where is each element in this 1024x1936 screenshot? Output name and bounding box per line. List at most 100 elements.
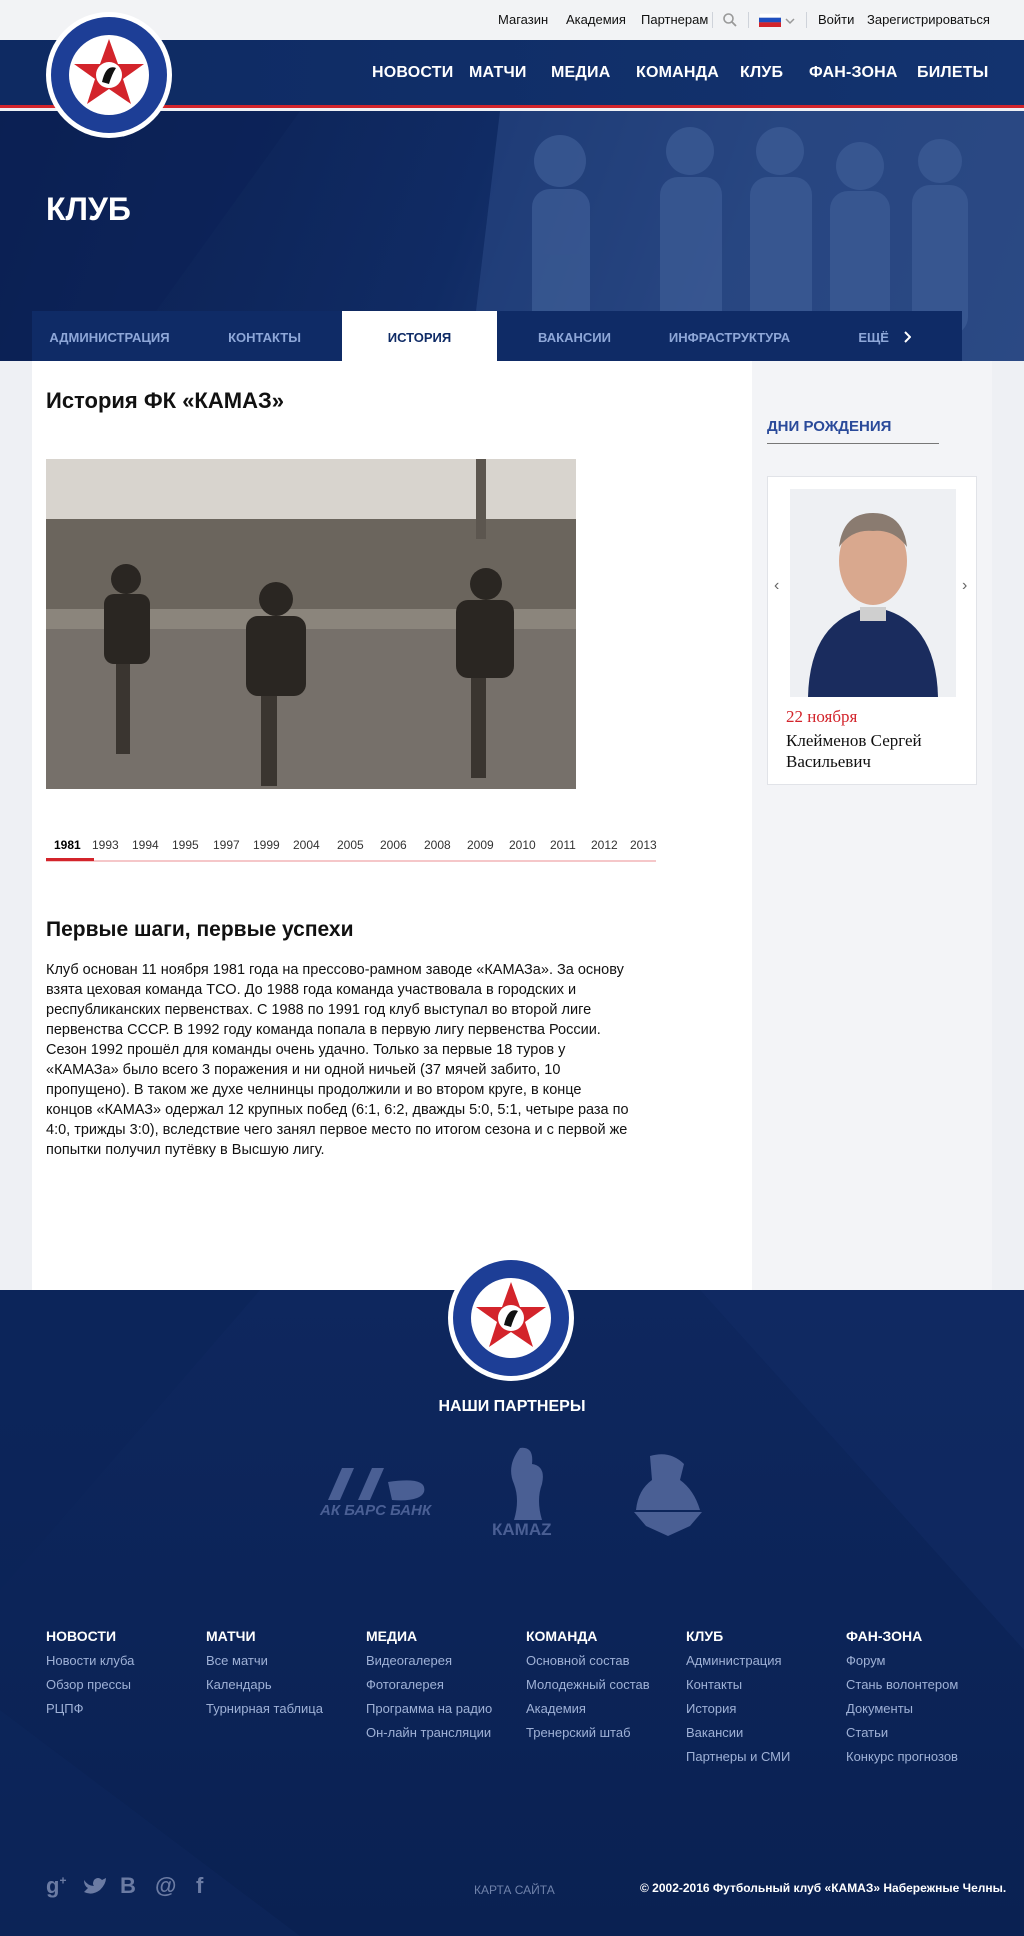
year-timeline: 1981 1993 1994 1995 1997 1999 2004 2005 … [46,836,657,862]
year-1994[interactable]: 1994 [132,838,159,852]
year-1981[interactable]: 1981 [54,838,81,852]
footer-link[interactable]: Статьи [846,1725,958,1740]
login-link[interactable]: Войти [818,12,854,27]
tab-administration[interactable]: АДМИНИСТРАЦИЯ [32,311,187,361]
footer-col-title[interactable]: КЛУБ [686,1628,790,1644]
tab-infrastructure[interactable]: ИНФРАСТРУКТУРА [652,311,807,361]
article-title: История ФК «КАМАЗ» [46,388,284,413]
article-line: 4:0, трижды 3:0), вследствие чего занял … [46,1122,628,1138]
top-link-partners[interactable]: Партнерам [641,12,708,27]
footer-col-title[interactable]: КОМАНДА [526,1628,650,1644]
chevron-left-icon[interactable]: ‹ [774,577,779,595]
birthday-date: 22 ноября [786,707,858,726]
footer-link[interactable]: Новости клуба [46,1653,134,1668]
tab-more[interactable]: ЕЩЁ [807,311,962,361]
year-1995[interactable]: 1995 [172,838,199,852]
section-title: Первые шаги, первые успехи [46,918,354,941]
year-1999[interactable]: 1999 [253,838,280,852]
footer-link[interactable]: РЦПФ [46,1701,134,1716]
search-icon[interactable] [722,12,738,28]
article-line: Клуб основан 11 ноября 1981 года на прес… [46,962,624,978]
footer-col-title[interactable]: НОВОСТИ [46,1628,134,1644]
footer-link[interactable]: Видеогалерея [366,1653,492,1668]
partner-kamaz-logo[interactable]: КАМАZ [490,1444,566,1540]
year-1997[interactable]: 1997 [213,838,240,852]
club-logo[interactable] [46,12,172,138]
footer-link[interactable]: Стань волонтером [846,1677,958,1692]
footer-link[interactable]: Партнеры и СМИ [686,1749,790,1764]
year-2004[interactable]: 2004 [293,838,320,852]
footer-link[interactable]: Администрация [686,1653,790,1668]
footer-link[interactable]: История [686,1701,790,1716]
footer-link[interactable]: Календарь [206,1677,323,1692]
birthday-person-name: Клейменов Сергей Васильевич [786,731,922,771]
year-2011[interactable]: 2011 [550,838,576,852]
nav-tickets[interactable]: БИЛЕТЫ [917,64,989,82]
footer-club-logo[interactable] [448,1255,574,1381]
year-2005[interactable]: 2005 [337,838,364,852]
year-2009[interactable]: 2009 [467,838,494,852]
mail-icon[interactable]: @ [155,1873,176,1899]
nav-media[interactable]: МЕДИА [551,64,610,82]
footer-link[interactable]: Документы [846,1701,958,1716]
partner-ak-bars-logo[interactable]: АК БАРС БАНК [318,1458,438,1524]
footer-link[interactable]: Молодежный состав [526,1677,650,1692]
footer-link[interactable]: Фотогалерея [366,1677,492,1692]
footer-col-news: НОВОСТИ Новости клуба Обзор прессы РЦПФ [46,1628,134,1716]
footer-link[interactable]: Форум [846,1653,958,1668]
footer-link[interactable]: Он-лайн трансляции [366,1725,492,1740]
register-link[interactable]: Зарегистрироваться [867,12,990,27]
footer-link[interactable]: Все матчи [206,1653,323,1668]
footer-col-title[interactable]: МАТЧИ [206,1628,323,1644]
nav-club[interactable]: КЛУБ [740,64,783,82]
footer-col-fanzone: ФАН-ЗОНА Форум Стань волонтером Документ… [846,1628,958,1764]
year-2010[interactable]: 2010 [509,838,536,852]
footer-link[interactable]: Обзор прессы [46,1677,134,1692]
year-2013[interactable]: 2013 [630,838,657,852]
year-2012[interactable]: 2012 [591,838,618,852]
sitemap-link[interactable]: КАРТА САЙТА [474,1883,555,1897]
vk-icon[interactable]: B [120,1873,136,1899]
footer-link[interactable]: Академия [526,1701,650,1716]
ru-flag-icon[interactable] [758,12,782,27]
article-line: республиканских первенствах. С 1988 по 1… [46,1002,592,1018]
year-2008[interactable]: 2008 [424,838,451,852]
article-line: первенства СССР. В 1992 году команда поп… [46,1022,601,1038]
nav-team[interactable]: КОМАНДА [636,64,719,82]
tab-contacts[interactable]: КОНТАКТЫ [187,311,342,361]
article-line: «КАМАЗа» было всего 3 поражения и ни одн… [46,1062,561,1078]
chevron-right-icon[interactable]: › [962,577,967,595]
footer-link[interactable]: Тренерский штаб [526,1725,650,1740]
active-year-indicator [46,858,94,861]
top-link-academy[interactable]: Академия [566,12,626,27]
chevron-right-icon [903,312,912,366]
footer-link[interactable]: Основной состав [526,1653,650,1668]
footer-link[interactable]: Программа на радио [366,1701,492,1716]
google-plus-icon[interactable]: g+ [46,1873,66,1899]
year-2006[interactable]: 2006 [380,838,407,852]
divider [748,12,749,28]
footer-col-team: КОМАНДА Основной состав Молодежный соста… [526,1628,650,1740]
nav-fanzone[interactable]: ФАН-ЗОНА [809,64,898,82]
top-link-shop[interactable]: Магазин [498,12,548,27]
nav-news[interactable]: НОВОСТИ [372,64,453,82]
facebook-icon[interactable]: f [196,1873,203,1899]
tab-history[interactable]: ИСТОРИЯ [342,311,497,361]
footer-link[interactable]: Контакты [686,1677,790,1692]
footer-col-title[interactable]: ФАН-ЗОНА [846,1628,958,1644]
chevron-down-icon[interactable] [785,13,795,25]
tab-vacancies[interactable]: ВАКАНСИИ [497,311,652,361]
twitter-icon[interactable] [82,1876,108,1901]
page-title: КЛУБ [46,191,131,227]
footer-link[interactable]: Конкурс прогнозов [846,1749,958,1764]
footer-link[interactable]: Вакансии [686,1725,790,1740]
person-photo [790,489,956,697]
nav-matches[interactable]: МАТЧИ [469,64,527,82]
year-1993[interactable]: 1993 [92,838,119,852]
tab-more-label: ЕЩЁ [858,330,889,345]
partner-emblem-logo[interactable] [630,1450,706,1536]
footer-col-title[interactable]: МЕДИА [366,1628,492,1644]
footer-link[interactable]: Турнирная таблица [206,1701,323,1716]
partner-ak-bars-label: АК БАРС БАНК [320,1502,432,1519]
birthdays-title: ДНИ РОЖДЕНИЯ [767,418,939,444]
